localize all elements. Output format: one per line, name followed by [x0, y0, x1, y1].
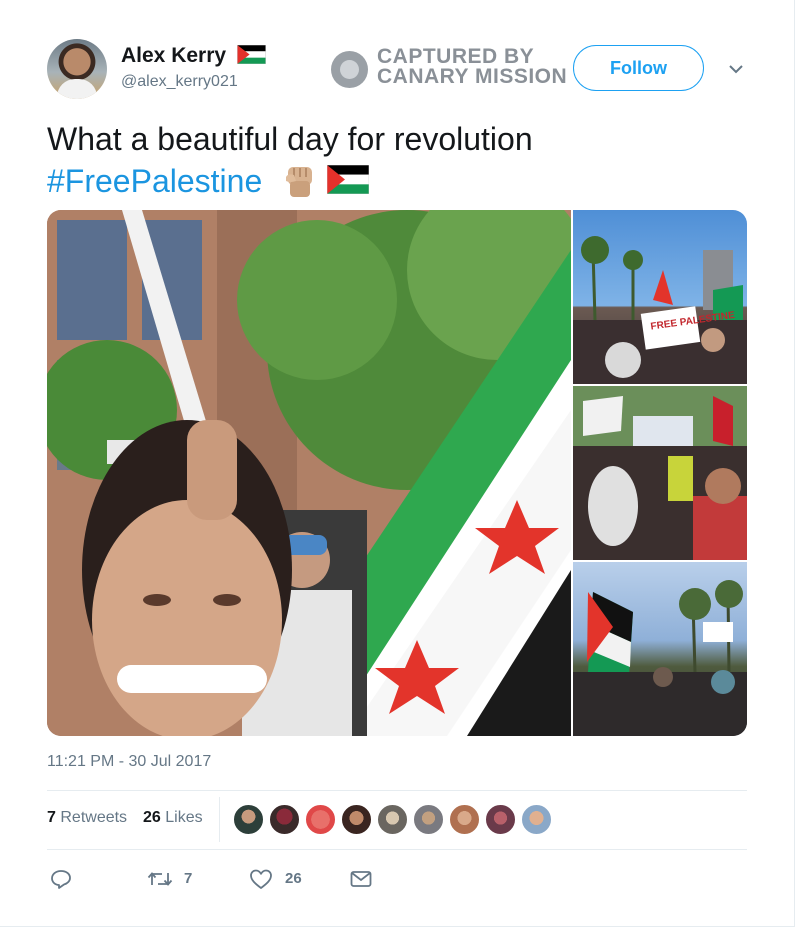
retweets-count: 7: [47, 809, 56, 826]
divider: [47, 790, 747, 791]
like-count: 26: [285, 870, 302, 887]
divider: [47, 849, 747, 850]
liker-avatar[interactable]: [269, 804, 300, 835]
liker-avatar[interactable]: [485, 804, 516, 835]
follow-button[interactable]: Follow: [573, 45, 704, 91]
reply-icon: [51, 870, 71, 889]
tweet-actions: 7 26: [47, 866, 447, 894]
likes-count: 26: [143, 809, 161, 826]
heart-icon: [250, 869, 272, 889]
watermark-line2: CANARY MISSION: [377, 65, 568, 88]
user-name[interactable]: Alex Kerry: [121, 44, 226, 68]
photo-side-3[interactable]: [573, 562, 747, 736]
avatar-shirt: [57, 79, 97, 99]
media-grid: FREE PALESTINE: [47, 210, 747, 736]
stats-divider: [219, 797, 220, 842]
likes-stat[interactable]: 26 Likes: [143, 809, 203, 827]
tweet-text: What a beautiful day for revolution: [47, 121, 533, 157]
photo-side-2[interactable]: [573, 386, 747, 560]
raised-fist-icon: [286, 167, 312, 197]
retweet-icon: [147, 872, 173, 886]
hashtag-link[interactable]: #FreePalestine: [47, 160, 262, 202]
retweets-label: Retweets: [60, 809, 128, 826]
photo-side-2-illustration: [573, 386, 747, 560]
liker-avatar[interactable]: [341, 804, 372, 835]
tweet-timestamp[interactable]: 11:21 PM - 30 Jul 2017: [47, 753, 211, 771]
avatar[interactable]: [47, 39, 107, 99]
watermark-line1: CAPTURED BY: [377, 45, 535, 68]
retweet-count: 7: [184, 870, 193, 887]
user-handle[interactable]: @alex_kerry021: [121, 73, 238, 91]
watermark-text: CAPTURED BY CANARY MISSION: [377, 45, 568, 88]
liker-avatar[interactable]: [521, 804, 552, 835]
liker-avatar[interactable]: [377, 804, 408, 835]
caret-down-icon[interactable]: [726, 59, 746, 79]
photo-main-illustration: [47, 210, 571, 736]
liker-avatar[interactable]: [305, 804, 336, 835]
liker-avatar[interactable]: [233, 804, 264, 835]
reply-button[interactable]: [50, 866, 80, 894]
photo-side-1-illustration: FREE PALESTINE: [573, 236, 747, 384]
retweets-stat[interactable]: 7 Retweets: [47, 809, 127, 827]
direct-message-icon: [350, 871, 372, 887]
liker-avatar[interactable]: [413, 804, 444, 835]
photo-side-3-illustration: [573, 580, 747, 736]
photo-side-1[interactable]: FREE PALESTINE: [573, 210, 747, 384]
photo-main[interactable]: [47, 210, 571, 736]
palestine-flag-icon: [327, 165, 369, 194]
likes-label: Likes: [165, 809, 203, 826]
tweet-card: Alex Kerry @alex_kerry021 CAPTURED BY CA…: [0, 0, 795, 927]
direct-message-button[interactable]: [349, 866, 379, 894]
liker-avatar[interactable]: [449, 804, 480, 835]
canary-mission-logo-icon: [331, 51, 368, 88]
like-button[interactable]: 26: [249, 866, 309, 894]
retweet-button[interactable]: 7: [147, 866, 207, 894]
palestine-flag-icon: [237, 45, 266, 64]
